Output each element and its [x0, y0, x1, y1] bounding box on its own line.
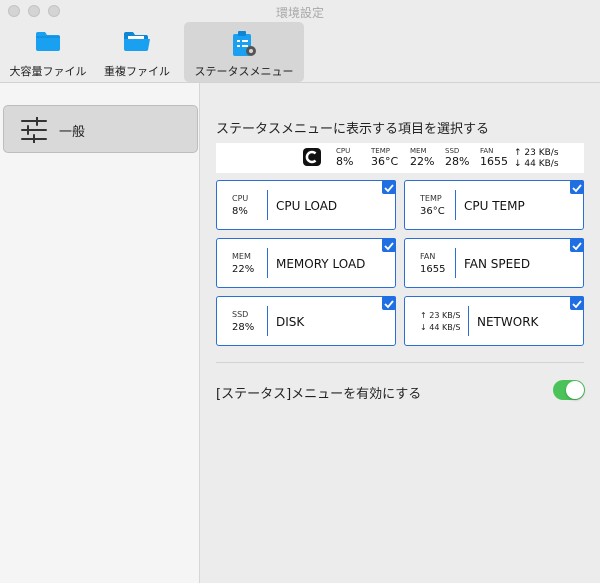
preview-cpu: CPU 8% [336, 147, 354, 168]
enable-status-menu-label: [ステータス]メニューを有効にする [216, 387, 422, 402]
preview-temp: TEMP 36°C [371, 147, 399, 168]
card-disk[interactable]: SSD 28% DISK [216, 296, 396, 346]
toolbar-item-label: 大容量ファイル [9, 65, 87, 78]
enable-status-menu-toggle[interactable] [553, 380, 585, 400]
card-label: MEMORY LOAD [276, 257, 366, 271]
card-fan-speed[interactable]: FAN 1655 FAN SPEED [404, 238, 584, 288]
card-cpu-temp[interactable]: TEMP 36°C CPU TEMP [404, 180, 584, 230]
toolbar-item-label: ステータスメニュー [194, 65, 294, 78]
preview-ssd: SSD 28% [445, 147, 470, 168]
checkbox-checked-icon[interactable] [570, 180, 584, 194]
toolbar: 大容量ファイル 重複ファイル ステータスメニュー [0, 22, 600, 83]
open-folder-icon [123, 30, 151, 56]
checkbox-checked-icon[interactable] [570, 238, 584, 252]
main-panel: ステータスメニューに表示する項目を選択する CPU 8% TEMP 36°C M… [201, 83, 600, 583]
folder-icon [35, 30, 61, 56]
card-cpu-load[interactable]: CPU 8% CPU LOAD [216, 180, 396, 230]
sidebar-item-general[interactable]: 一般 [3, 105, 198, 153]
toolbar-item-status-menu[interactable]: ステータスメニュー [184, 22, 304, 82]
card-memory-load[interactable]: MEM 22% MEMORY LOAD [216, 238, 396, 288]
card-label: DISK [276, 315, 305, 329]
divider [216, 362, 584, 363]
toolbar-item-duplicate-files[interactable]: 重複ファイル [95, 22, 179, 82]
preview-network: ↑ 23 KB/s ↓ 44 KB/s [514, 148, 559, 169]
toolbar-item-label: 重複ファイル [104, 65, 170, 78]
checkbox-checked-icon[interactable] [382, 180, 396, 194]
card-label: NETWORK [477, 315, 539, 329]
checkbox-checked-icon[interactable] [382, 296, 396, 310]
card-network[interactable]: ↑ 23 KB/S ↓ 44 KB/S NETWORK [404, 296, 584, 346]
clipboard-gear-icon [230, 30, 258, 62]
section-heading: ステータスメニューに表示する項目を選択する [216, 122, 490, 137]
status-bar-preview: CPU 8% TEMP 36°C MEM 22% SSD 28% FAN 165… [216, 143, 584, 173]
card-label: CPU LOAD [276, 199, 338, 213]
checkbox-checked-icon[interactable] [382, 238, 396, 252]
sliders-icon [20, 116, 48, 147]
title-bar: 環境設定 [0, 0, 600, 22]
app-logo-icon [303, 148, 321, 166]
toggle-knob [566, 381, 584, 399]
sidebar: 一般 [0, 83, 200, 583]
toolbar-item-large-files[interactable]: 大容量ファイル [3, 22, 93, 82]
window-title: 環境設定 [275, 6, 324, 20]
preview-fan: FAN 1655 [480, 147, 508, 168]
card-label: FAN SPEED [464, 257, 531, 271]
sidebar-item-label: 一般 [59, 125, 86, 140]
checkbox-checked-icon[interactable] [570, 296, 584, 310]
card-label: CPU TEMP [464, 199, 525, 213]
preview-mem: MEM 22% [410, 147, 435, 168]
